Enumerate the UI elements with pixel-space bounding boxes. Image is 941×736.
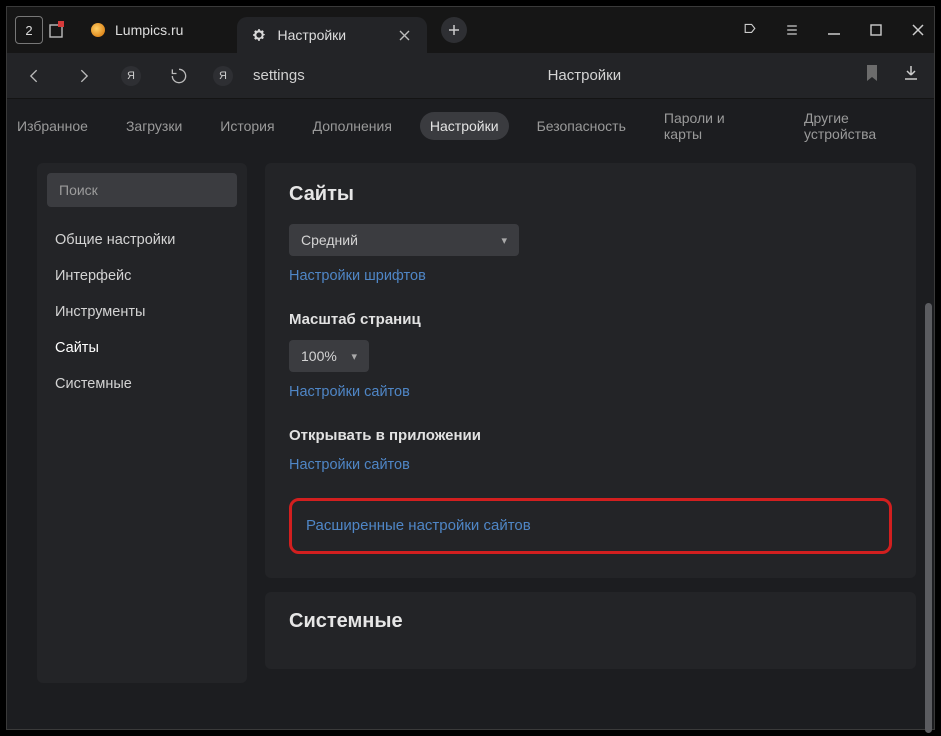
- font-size-dropdown[interactable]: Средний ▾: [289, 224, 519, 256]
- nav-reload-button[interactable]: [165, 66, 193, 86]
- window-controls: [742, 22, 926, 38]
- settings-search-input[interactable]: Поиск: [47, 173, 237, 207]
- scrollbar-thumb[interactable]: [925, 303, 932, 733]
- tab-close-button[interactable]: [395, 26, 413, 44]
- gear-icon: [251, 27, 267, 43]
- site-favicon-icon: [91, 23, 105, 37]
- tab-count-button[interactable]: 2: [15, 16, 43, 44]
- sidebar-item-sites[interactable]: Сайты: [47, 331, 237, 365]
- system-heading: Системные: [289, 610, 892, 633]
- nav-back-button[interactable]: [21, 66, 49, 86]
- font-settings-link[interactable]: Настройки шрифтов: [289, 268, 426, 284]
- font-size-value: Средний: [301, 232, 358, 248]
- zoom-label: Масштаб страниц: [289, 311, 892, 328]
- sidebar-item-tools[interactable]: Инструменты: [47, 295, 237, 329]
- bookmark-icon[interactable]: [864, 64, 880, 87]
- advanced-site-settings-highlight: Расширенные настройки сайтов: [289, 498, 892, 554]
- nav-forward-button[interactable]: [69, 66, 97, 86]
- cat-history[interactable]: История: [210, 112, 284, 140]
- open-in-app-label: Открывать в приложении: [289, 427, 892, 444]
- settings-category-nav: Избранное Загрузки История Дополнения На…: [7, 99, 934, 153]
- cat-favorites[interactable]: Избранное: [7, 112, 98, 140]
- open-in-app-link[interactable]: Настройки сайтов: [289, 457, 410, 473]
- cat-other-devices[interactable]: Другие устройства: [794, 104, 934, 148]
- main-area: Поиск Общие настройки Интерфейс Инструме…: [7, 153, 934, 729]
- sites-heading: Сайты: [289, 183, 892, 206]
- download-icon[interactable]: [902, 64, 920, 87]
- cat-passwords[interactable]: Пароли и карты: [654, 104, 776, 148]
- advanced-site-settings-link[interactable]: Расширенные настройки сайтов: [306, 517, 531, 534]
- cat-security[interactable]: Безопасность: [527, 112, 636, 140]
- window-minimize-button[interactable]: [826, 22, 842, 38]
- address-title: Настройки: [325, 67, 844, 84]
- settings-content: Сайты Средний ▾ Настройки шрифтов Масшта…: [265, 163, 922, 717]
- address-path[interactable]: settings: [253, 67, 305, 84]
- sidebar-item-general[interactable]: Общие настройки: [47, 223, 237, 257]
- yandex-logo-icon[interactable]: Я: [117, 66, 145, 86]
- sidebar-item-system[interactable]: Системные: [47, 367, 237, 401]
- window-maximize-button[interactable]: [868, 22, 884, 38]
- zoom-settings-link[interactable]: Настройки сайтов: [289, 384, 410, 400]
- settings-sidebar: Поиск Общие настройки Интерфейс Инструме…: [37, 163, 247, 683]
- tab-label: Настройки: [277, 27, 346, 43]
- system-panel: Системные: [265, 592, 916, 669]
- window-close-button[interactable]: [910, 22, 926, 38]
- title-bar: 2 Lumpics.ru Настройки: [7, 7, 934, 53]
- tab-settings[interactable]: Настройки: [237, 17, 427, 53]
- tab-label: Lumpics.ru: [115, 22, 183, 38]
- bookmarks-panel-icon[interactable]: [742, 22, 758, 38]
- new-window-icon[interactable]: [47, 20, 67, 40]
- cat-addons[interactable]: Дополнения: [303, 112, 402, 140]
- chevron-down-icon: ▾: [501, 234, 507, 247]
- sidebar-item-interface[interactable]: Интерфейс: [47, 259, 237, 293]
- site-identity-icon[interactable]: Я: [213, 66, 233, 86]
- address-bar: Я Я settings Настройки: [7, 53, 934, 99]
- tab-lumpics[interactable]: Lumpics.ru: [77, 12, 197, 48]
- zoom-value: 100%: [301, 348, 337, 364]
- browser-window: 2 Lumpics.ru Настройки: [6, 6, 935, 730]
- new-tab-button[interactable]: [441, 17, 467, 43]
- cat-settings[interactable]: Настройки: [420, 112, 509, 140]
- menu-icon[interactable]: [784, 22, 800, 38]
- cat-downloads[interactable]: Загрузки: [116, 112, 192, 140]
- sites-panel: Сайты Средний ▾ Настройки шрифтов Масшта…: [265, 163, 916, 578]
- chevron-down-icon: ▾: [351, 350, 357, 363]
- zoom-dropdown[interactable]: 100% ▾: [289, 340, 369, 372]
